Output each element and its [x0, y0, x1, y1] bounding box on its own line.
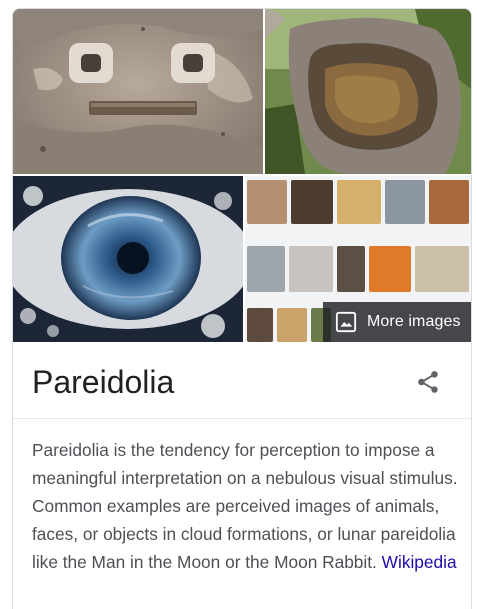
- thumbnail: [429, 180, 469, 224]
- thumbnail: [385, 180, 425, 224]
- tree-hollow-image[interactable]: [265, 9, 471, 174]
- thumbnail: [247, 180, 287, 224]
- more-images-button[interactable]: More images: [323, 302, 471, 342]
- face-wall-image[interactable]: [13, 9, 263, 174]
- wikipedia-link[interactable]: Wikipedia: [382, 552, 457, 572]
- more-images-label: More images: [367, 313, 461, 330]
- page-title: Pareidolia: [32, 364, 175, 400]
- thumbnail: [337, 246, 365, 292]
- eye-foam-image[interactable]: [13, 176, 243, 342]
- thumbnail: [291, 180, 333, 224]
- thumbnail: [369, 246, 411, 292]
- thumbnail-grid-image[interactable]: More images: [245, 176, 471, 342]
- share-icon[interactable]: [415, 369, 441, 395]
- thumbnail: [277, 308, 307, 342]
- description: Pareidolia is the tendency for perceptio…: [32, 436, 462, 576]
- thumbnail: [247, 308, 273, 342]
- thumbnail: [247, 246, 285, 292]
- panel-header: Pareidolia: [13, 342, 471, 419]
- knowledge-panel: More images Pareidolia Pareidolia is the…: [12, 8, 472, 609]
- thumbnail: [415, 246, 469, 292]
- image-icon: [335, 311, 357, 333]
- thumbnail: [289, 246, 333, 292]
- thumbnail: [337, 180, 381, 224]
